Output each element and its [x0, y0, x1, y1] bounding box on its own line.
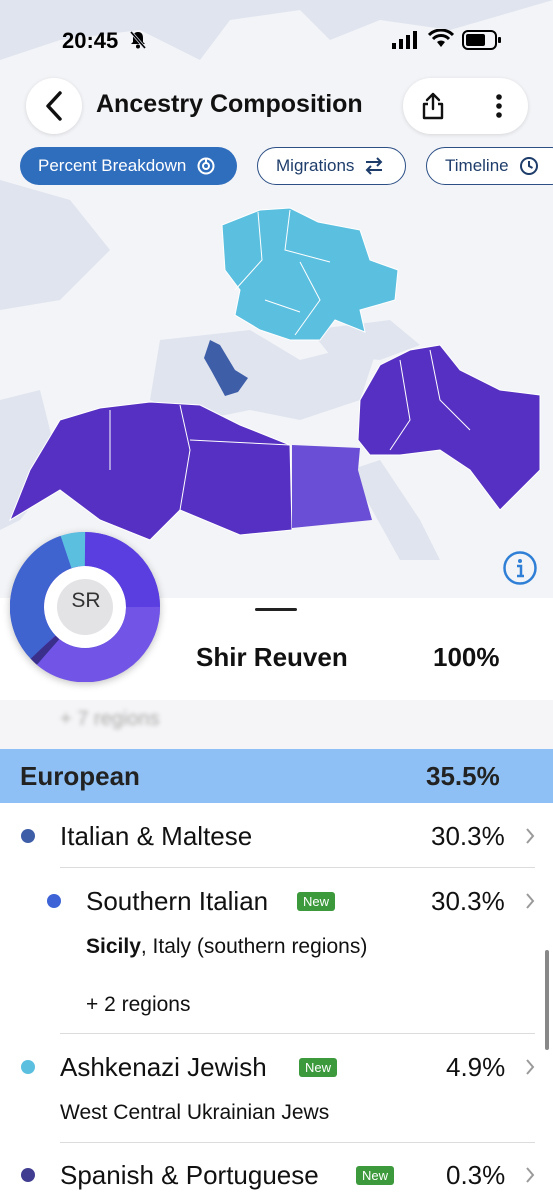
avatar-initials: SR	[71, 589, 101, 612]
more-options-button[interactable]	[483, 90, 515, 122]
row-label: Italian & Maltese	[60, 821, 253, 851]
chevron-right-icon	[526, 893, 535, 909]
new-badge: New	[299, 1058, 338, 1077]
more-vertical-icon	[496, 94, 502, 118]
donut-segment	[60, 532, 86, 569]
region-detail-bold: Sicily	[86, 935, 141, 958]
chevron-right-icon	[526, 1167, 535, 1183]
share-icon	[422, 92, 444, 120]
region-detail: Sicily, Italy (southern regions)	[86, 935, 367, 959]
tab-timeline[interactable]: Timeline	[426, 147, 553, 185]
color-dot	[21, 1168, 35, 1182]
row-percent: 0.3%	[446, 1160, 506, 1190]
divider	[60, 1142, 535, 1143]
tab-percent-breakdown[interactable]: Percent Breakdown	[20, 147, 237, 185]
swap-arrows-icon	[364, 157, 384, 175]
row-percent: 30.3%	[431, 886, 505, 916]
row-label: Ashkenazi Jewish	[60, 1052, 267, 1082]
new-badge: New	[297, 892, 336, 911]
new-badge: New	[356, 1166, 395, 1185]
color-dot	[21, 1060, 35, 1074]
more-regions-link[interactable]: + 2 regions	[86, 993, 191, 1017]
bell-slash-icon	[128, 30, 148, 55]
header-actions	[403, 78, 528, 134]
divider	[60, 1033, 535, 1034]
chevron-right-icon	[526, 1059, 535, 1075]
info-icon	[503, 551, 537, 585]
chevron-right-icon	[526, 828, 535, 844]
tab-label: Migrations	[276, 156, 355, 175]
status-time: 20:45	[62, 28, 119, 53]
scrollbar[interactable]	[545, 950, 549, 1050]
wifi-icon	[427, 28, 455, 54]
page-title: Ancestry Composition	[96, 90, 363, 118]
cellular-signal-icon	[392, 31, 418, 54]
tab-label: Timeline	[445, 156, 509, 175]
divider	[60, 867, 535, 868]
donut-segment	[30, 635, 60, 665]
population-detail: West Central Ukrainian Jews	[60, 1101, 330, 1124]
sheet-handle[interactable]	[255, 608, 297, 611]
clock-icon	[519, 156, 539, 176]
group-percent: 35.5%	[426, 761, 500, 791]
group-header-european[interactable]: European 35.5%	[0, 749, 553, 803]
blurred-row: + 7 regions	[0, 700, 553, 750]
profile-name: Shir Reuven	[196, 642, 348, 672]
tab-label: Percent Breakdown	[38, 156, 187, 175]
battery-icon	[462, 30, 502, 55]
status-bar: 20:45	[0, 0, 553, 80]
info-button[interactable]	[502, 550, 538, 586]
chevron-left-icon	[46, 91, 62, 121]
color-dot	[47, 894, 61, 908]
row-percent: 4.9%	[446, 1052, 506, 1082]
total-percent: 100%	[433, 642, 500, 672]
back-button[interactable]	[26, 78, 82, 134]
row-percent: 30.3%	[431, 821, 505, 851]
group-name: European	[20, 761, 140, 791]
tab-migrations[interactable]: Migrations	[257, 147, 406, 185]
row-label: Spanish & Portuguese	[60, 1160, 319, 1190]
color-dot	[21, 829, 35, 843]
region-detail-rest: , Italy (southern regions)	[140, 935, 368, 958]
blurred-row-text: + 7 regions	[60, 708, 160, 730]
row-label: Southern Italian	[86, 886, 269, 916]
percent-breakdown-icon	[196, 156, 216, 176]
share-button[interactable]	[417, 90, 449, 122]
